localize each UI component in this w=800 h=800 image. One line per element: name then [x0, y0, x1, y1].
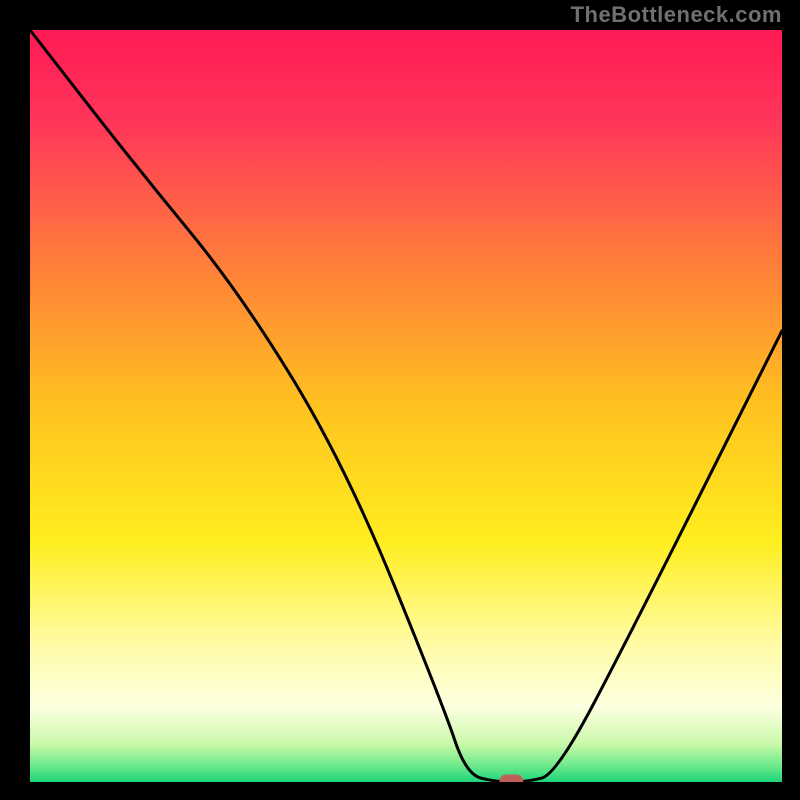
bottleneck-chart: [0, 0, 800, 800]
frame-right: [782, 0, 800, 800]
frame-bottom: [0, 782, 800, 800]
frame-left: [0, 0, 30, 800]
chart-container: TheBottleneck.com: [0, 0, 800, 800]
watermark-text: TheBottleneck.com: [571, 2, 782, 28]
plot-background: [30, 30, 782, 782]
